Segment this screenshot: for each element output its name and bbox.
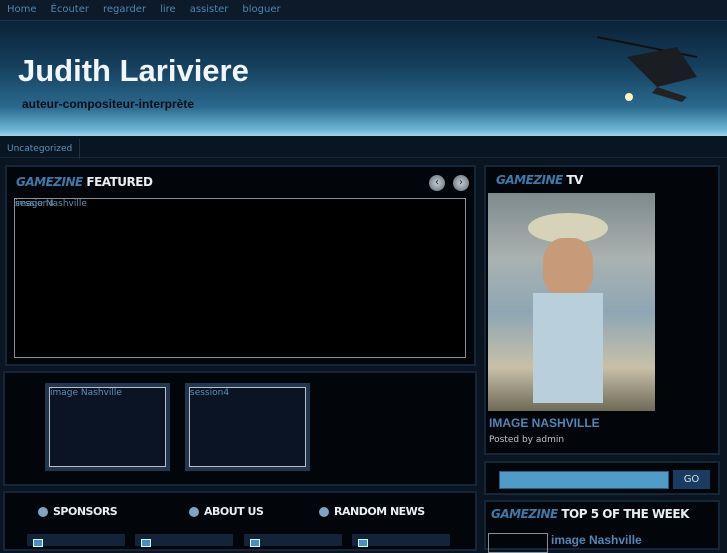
search-panel: GO xyxy=(484,461,720,495)
search-input[interactable] xyxy=(499,471,669,489)
top5-panel: GAMEZINE TOP 5 OF THE WEEK image Nashvil… xyxy=(484,500,720,553)
tv-image[interactable] xyxy=(488,193,655,411)
nav-home[interactable]: Home xyxy=(0,0,44,20)
chevron-down-icon xyxy=(189,507,199,517)
nav-assister[interactable]: assister xyxy=(183,0,236,20)
search-go-button[interactable]: GO xyxy=(673,470,710,489)
category-uncategorized[interactable]: Uncategorized xyxy=(0,139,81,159)
nav-bloguer[interactable]: bloguer xyxy=(235,0,287,20)
broken-image-icon xyxy=(250,539,260,547)
thumb-item[interactable]: image Nashville xyxy=(45,383,170,471)
next-arrow-icon[interactable]: › xyxy=(453,175,469,191)
prev-arrow-icon[interactable]: ‹ xyxy=(429,175,445,191)
site-subtitle: auteur-compositeur-interprète xyxy=(22,97,195,111)
broken-image-icon xyxy=(33,539,43,547)
tv-post-meta: Posted by admin xyxy=(489,435,565,445)
nav-lire[interactable]: lire xyxy=(153,0,183,20)
thumb-label[interactable]: session4 xyxy=(189,387,306,467)
sponsor-box[interactable] xyxy=(244,534,342,547)
nav-ecouter[interactable]: Écouter xyxy=(44,0,96,20)
thumb-label[interactable]: image Nashville xyxy=(49,387,166,467)
sponsor-box[interactable] xyxy=(27,534,125,547)
site-title[interactable]: Judith Lariviere xyxy=(18,53,249,89)
random-news-heading: RANDOM NEWS xyxy=(319,505,425,518)
top-nav: Home Écouter regarder lire assister blog… xyxy=(0,0,727,21)
featured-slider[interactable]: image Nashville session4 xyxy=(14,198,466,358)
thumb-item[interactable]: session4 xyxy=(185,383,310,471)
slide-caption[interactable]: session4 xyxy=(15,199,54,209)
broken-image-icon xyxy=(141,539,151,547)
tv-post-title[interactable]: IMAGE NASHVILLE xyxy=(489,416,600,430)
about-heading: ABOUT US xyxy=(189,505,264,518)
chevron-down-icon xyxy=(38,507,48,517)
sponsor-box[interactable] xyxy=(135,534,233,547)
nav-regarder[interactable]: regarder xyxy=(96,0,153,20)
category-bar: Uncategorized xyxy=(0,136,727,159)
featured-title: GAMEZINE FEATURED xyxy=(16,175,153,189)
tv-panel: GAMEZINE TV IMAGE NASHVILLE Posted by ad… xyxy=(484,165,720,455)
sponsors-heading: SPONSORS xyxy=(38,505,118,518)
top5-title: GAMEZINE TOP 5 OF THE WEEK xyxy=(491,507,689,521)
sponsor-box[interactable] xyxy=(352,534,450,547)
top5-thumb[interactable] xyxy=(488,533,548,553)
helicopter-image xyxy=(597,36,698,102)
site-header: Judith Lariviere auteur-compositeur-inte… xyxy=(0,21,727,136)
chevron-down-icon xyxy=(319,507,329,517)
broken-image-icon xyxy=(358,539,368,547)
tv-title: GAMEZINE TV xyxy=(496,173,583,187)
